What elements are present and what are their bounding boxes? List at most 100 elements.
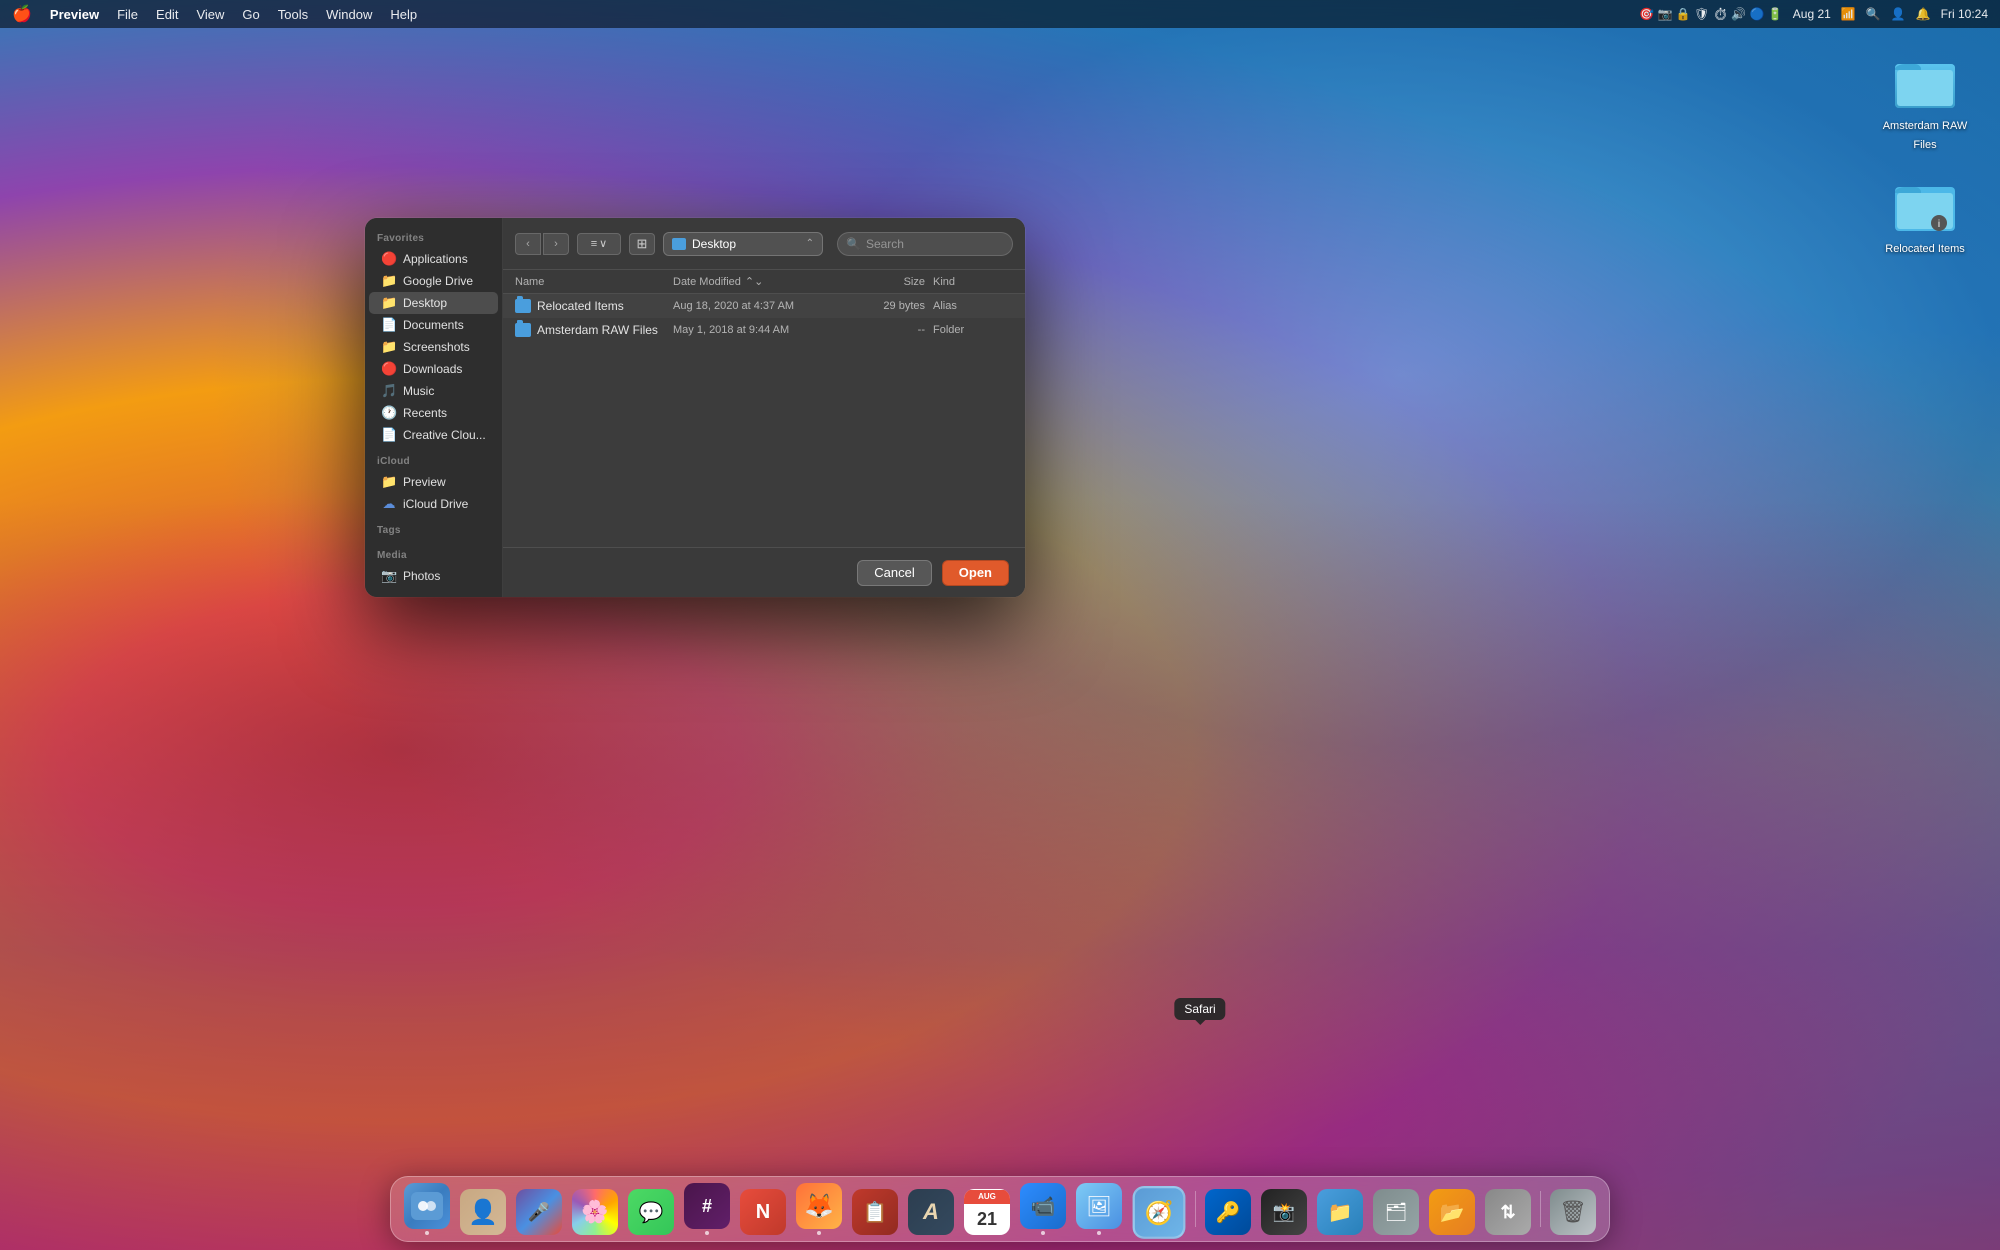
- search-placeholder: Search: [866, 237, 904, 251]
- sidebar-item-google-drive[interactable]: 📁 Google Drive: [369, 270, 498, 292]
- photos-sidebar-label: Photos: [403, 569, 440, 583]
- table-row[interactable]: Amsterdam RAW Files May 1, 2018 at 9:44 …: [503, 318, 1025, 342]
- zoom-dot: [1041, 1231, 1045, 1235]
- menu-edit[interactable]: Edit: [156, 7, 178, 22]
- table-row[interactable]: Relocated Items Aug 18, 2020 at 4:37 AM …: [503, 294, 1025, 318]
- photos-sidebar-icon: 📷: [381, 568, 397, 584]
- dock-item-messages[interactable]: 💬: [625, 1183, 677, 1235]
- dock: 👤 🎤 🌸 💬 # N 🦊 📋: [390, 1176, 1610, 1242]
- dock-item-1password[interactable]: 🔑: [1202, 1183, 1254, 1235]
- desktop-icon-amsterdam[interactable]: Amsterdam RAW Files: [1880, 50, 1970, 153]
- dock-item-firefox[interactable]: 🦊: [793, 1183, 845, 1235]
- view-button[interactable]: ≡ ∨: [577, 233, 621, 255]
- menu-tools[interactable]: Tools: [278, 7, 308, 22]
- menubar-search[interactable]: 🔍: [1866, 7, 1881, 21]
- menu-file[interactable]: File: [117, 7, 138, 22]
- forward-icon: ›: [554, 238, 558, 250]
- dock-item-slack[interactable]: #: [681, 1183, 733, 1235]
- menubar-notification[interactable]: 🔔: [1916, 7, 1931, 21]
- dock-item-news[interactable]: N: [737, 1183, 789, 1235]
- menu-help[interactable]: Help: [390, 7, 417, 22]
- dialog-bottom: Cancel Open: [503, 547, 1025, 597]
- creative-cloud-icon: 📄: [381, 427, 397, 443]
- file-kind-relocated: Alias: [933, 300, 1013, 312]
- photos-icon: 🌸: [572, 1189, 618, 1235]
- menubar-time: Fri 10:24: [1941, 7, 1988, 21]
- sidebar-item-documents[interactable]: 📄 Documents: [369, 314, 498, 336]
- file-name-amsterdam: Amsterdam RAW Files: [537, 323, 673, 337]
- menu-go[interactable]: Go: [242, 7, 259, 22]
- dock-item-font[interactable]: A: [905, 1183, 957, 1235]
- sidebar-item-photos[interactable]: 📷 Photos: [369, 565, 498, 587]
- sidebar-item-downloads[interactable]: 🔴 Downloads: [369, 358, 498, 380]
- sidebar-item-icloud-drive[interactable]: ☁ iCloud Drive: [369, 493, 498, 515]
- recents-icon: 🕐: [381, 405, 397, 421]
- menu-window[interactable]: Window: [326, 7, 372, 22]
- applications-icon: 🔴: [381, 251, 397, 267]
- file-size-amsterdam: --: [853, 324, 933, 336]
- sidebar-item-screenshots[interactable]: 📁 Screenshots: [369, 336, 498, 358]
- dock-item-folder-manager[interactable]: 📂: [1426, 1183, 1478, 1235]
- dock-item-calendar[interactable]: AUG 21: [961, 1183, 1013, 1235]
- open-button[interactable]: Open: [942, 560, 1009, 586]
- desktop-icon-sidebar: 📁: [381, 295, 397, 311]
- arrange-button[interactable]: ⊞: [629, 233, 655, 255]
- desktop-background: [0, 0, 2000, 1250]
- tags-label: Tags: [365, 525, 502, 540]
- sidebar-item-preview[interactable]: 📁 Preview: [369, 471, 498, 493]
- location-text: Desktop: [692, 237, 800, 251]
- dock-item-safari[interactable]: 🧭: [1129, 1179, 1189, 1239]
- menu-view[interactable]: View: [196, 7, 224, 22]
- file-date-amsterdam: May 1, 2018 at 9:44 AM: [673, 324, 853, 336]
- cancel-button[interactable]: Cancel: [857, 560, 931, 586]
- main-content: ‹ › ≡ ∨ ⊞ Desktop ⌃: [503, 218, 1025, 597]
- dock-item-photos[interactable]: 🌸: [569, 1183, 621, 1235]
- dock-item-siri[interactable]: 🎤: [513, 1183, 565, 1235]
- search-bar[interactable]: 🔍 Search: [837, 232, 1013, 256]
- documents-label: Documents: [403, 318, 464, 332]
- sidebar-item-desktop[interactable]: 📁 Desktop: [369, 292, 498, 314]
- dock-item-files[interactable]: 📁: [1314, 1183, 1366, 1235]
- calendar-icon: AUG 21: [964, 1189, 1010, 1235]
- menubar-control-center[interactable]: 👤: [1891, 7, 1906, 21]
- back-button[interactable]: ‹: [515, 233, 541, 255]
- dock-item-preview[interactable]: 🖼: [1073, 1183, 1125, 1235]
- font-icon: A: [908, 1189, 954, 1235]
- sidebar-item-creative-cloud[interactable]: 📄 Creative Clou...: [369, 424, 498, 446]
- safari-tooltip: Safari: [1174, 998, 1225, 1020]
- dock-item-trash[interactable]: 🗑: [1547, 1183, 1599, 1235]
- amsterdam-label-line1: Amsterdam RAW: [1883, 119, 1968, 133]
- applications-label: Applications: [403, 252, 468, 266]
- app-name[interactable]: Preview: [50, 7, 99, 22]
- sidebar-item-applications[interactable]: 🔴 Applications: [369, 248, 498, 270]
- forward-button[interactable]: ›: [543, 233, 569, 255]
- file-open-dialog[interactable]: Favorites 🔴 Applications 📁 Google Drive …: [365, 218, 1025, 597]
- tooltip-arrow: [1195, 1020, 1205, 1025]
- file-date-relocated: Aug 18, 2020 at 4:37 AM: [673, 300, 853, 312]
- dock-item-screenium[interactable]: 📸: [1258, 1183, 1310, 1235]
- column-kind[interactable]: Kind: [933, 276, 1013, 288]
- desktop-icons: Amsterdam RAW Files i Relocated Items: [1880, 50, 1970, 256]
- menubar: 🍎 Preview File Edit View Go Tools Window…: [0, 0, 2000, 28]
- finder-dot: [425, 1231, 429, 1235]
- desktop-icon-relocated[interactable]: i Relocated Items: [1880, 173, 1970, 256]
- slack-icon: #: [684, 1183, 730, 1229]
- dock-item-finder[interactable]: [401, 1183, 453, 1235]
- sidebar-item-music[interactable]: 🎵 Music: [369, 380, 498, 402]
- dock-item-pockity[interactable]: 📋: [849, 1183, 901, 1235]
- location-bar[interactable]: Desktop ⌃: [663, 232, 823, 256]
- dock-item-fileicon[interactable]: 🗂: [1370, 1183, 1422, 1235]
- dock-item-contacts[interactable]: 👤: [457, 1183, 509, 1235]
- files-icon: 📁: [1317, 1189, 1363, 1235]
- sidebar-item-recents[interactable]: 🕐 Recents: [369, 402, 498, 424]
- apple-menu[interactable]: 🍎: [12, 4, 32, 24]
- column-date[interactable]: Date Modified ⌃⌄: [673, 275, 853, 288]
- screenshots-label: Screenshots: [403, 340, 470, 354]
- dock-item-zoom[interactable]: 📹: [1017, 1183, 1069, 1235]
- column-size[interactable]: Size: [853, 276, 933, 288]
- search-icon: 🔍: [846, 237, 861, 251]
- column-name[interactable]: Name: [515, 276, 673, 288]
- preview-sidebar-icon: 📁: [381, 474, 397, 490]
- dock-item-filezilla[interactable]: ⇅: [1482, 1183, 1534, 1235]
- music-icon: 🎵: [381, 383, 397, 399]
